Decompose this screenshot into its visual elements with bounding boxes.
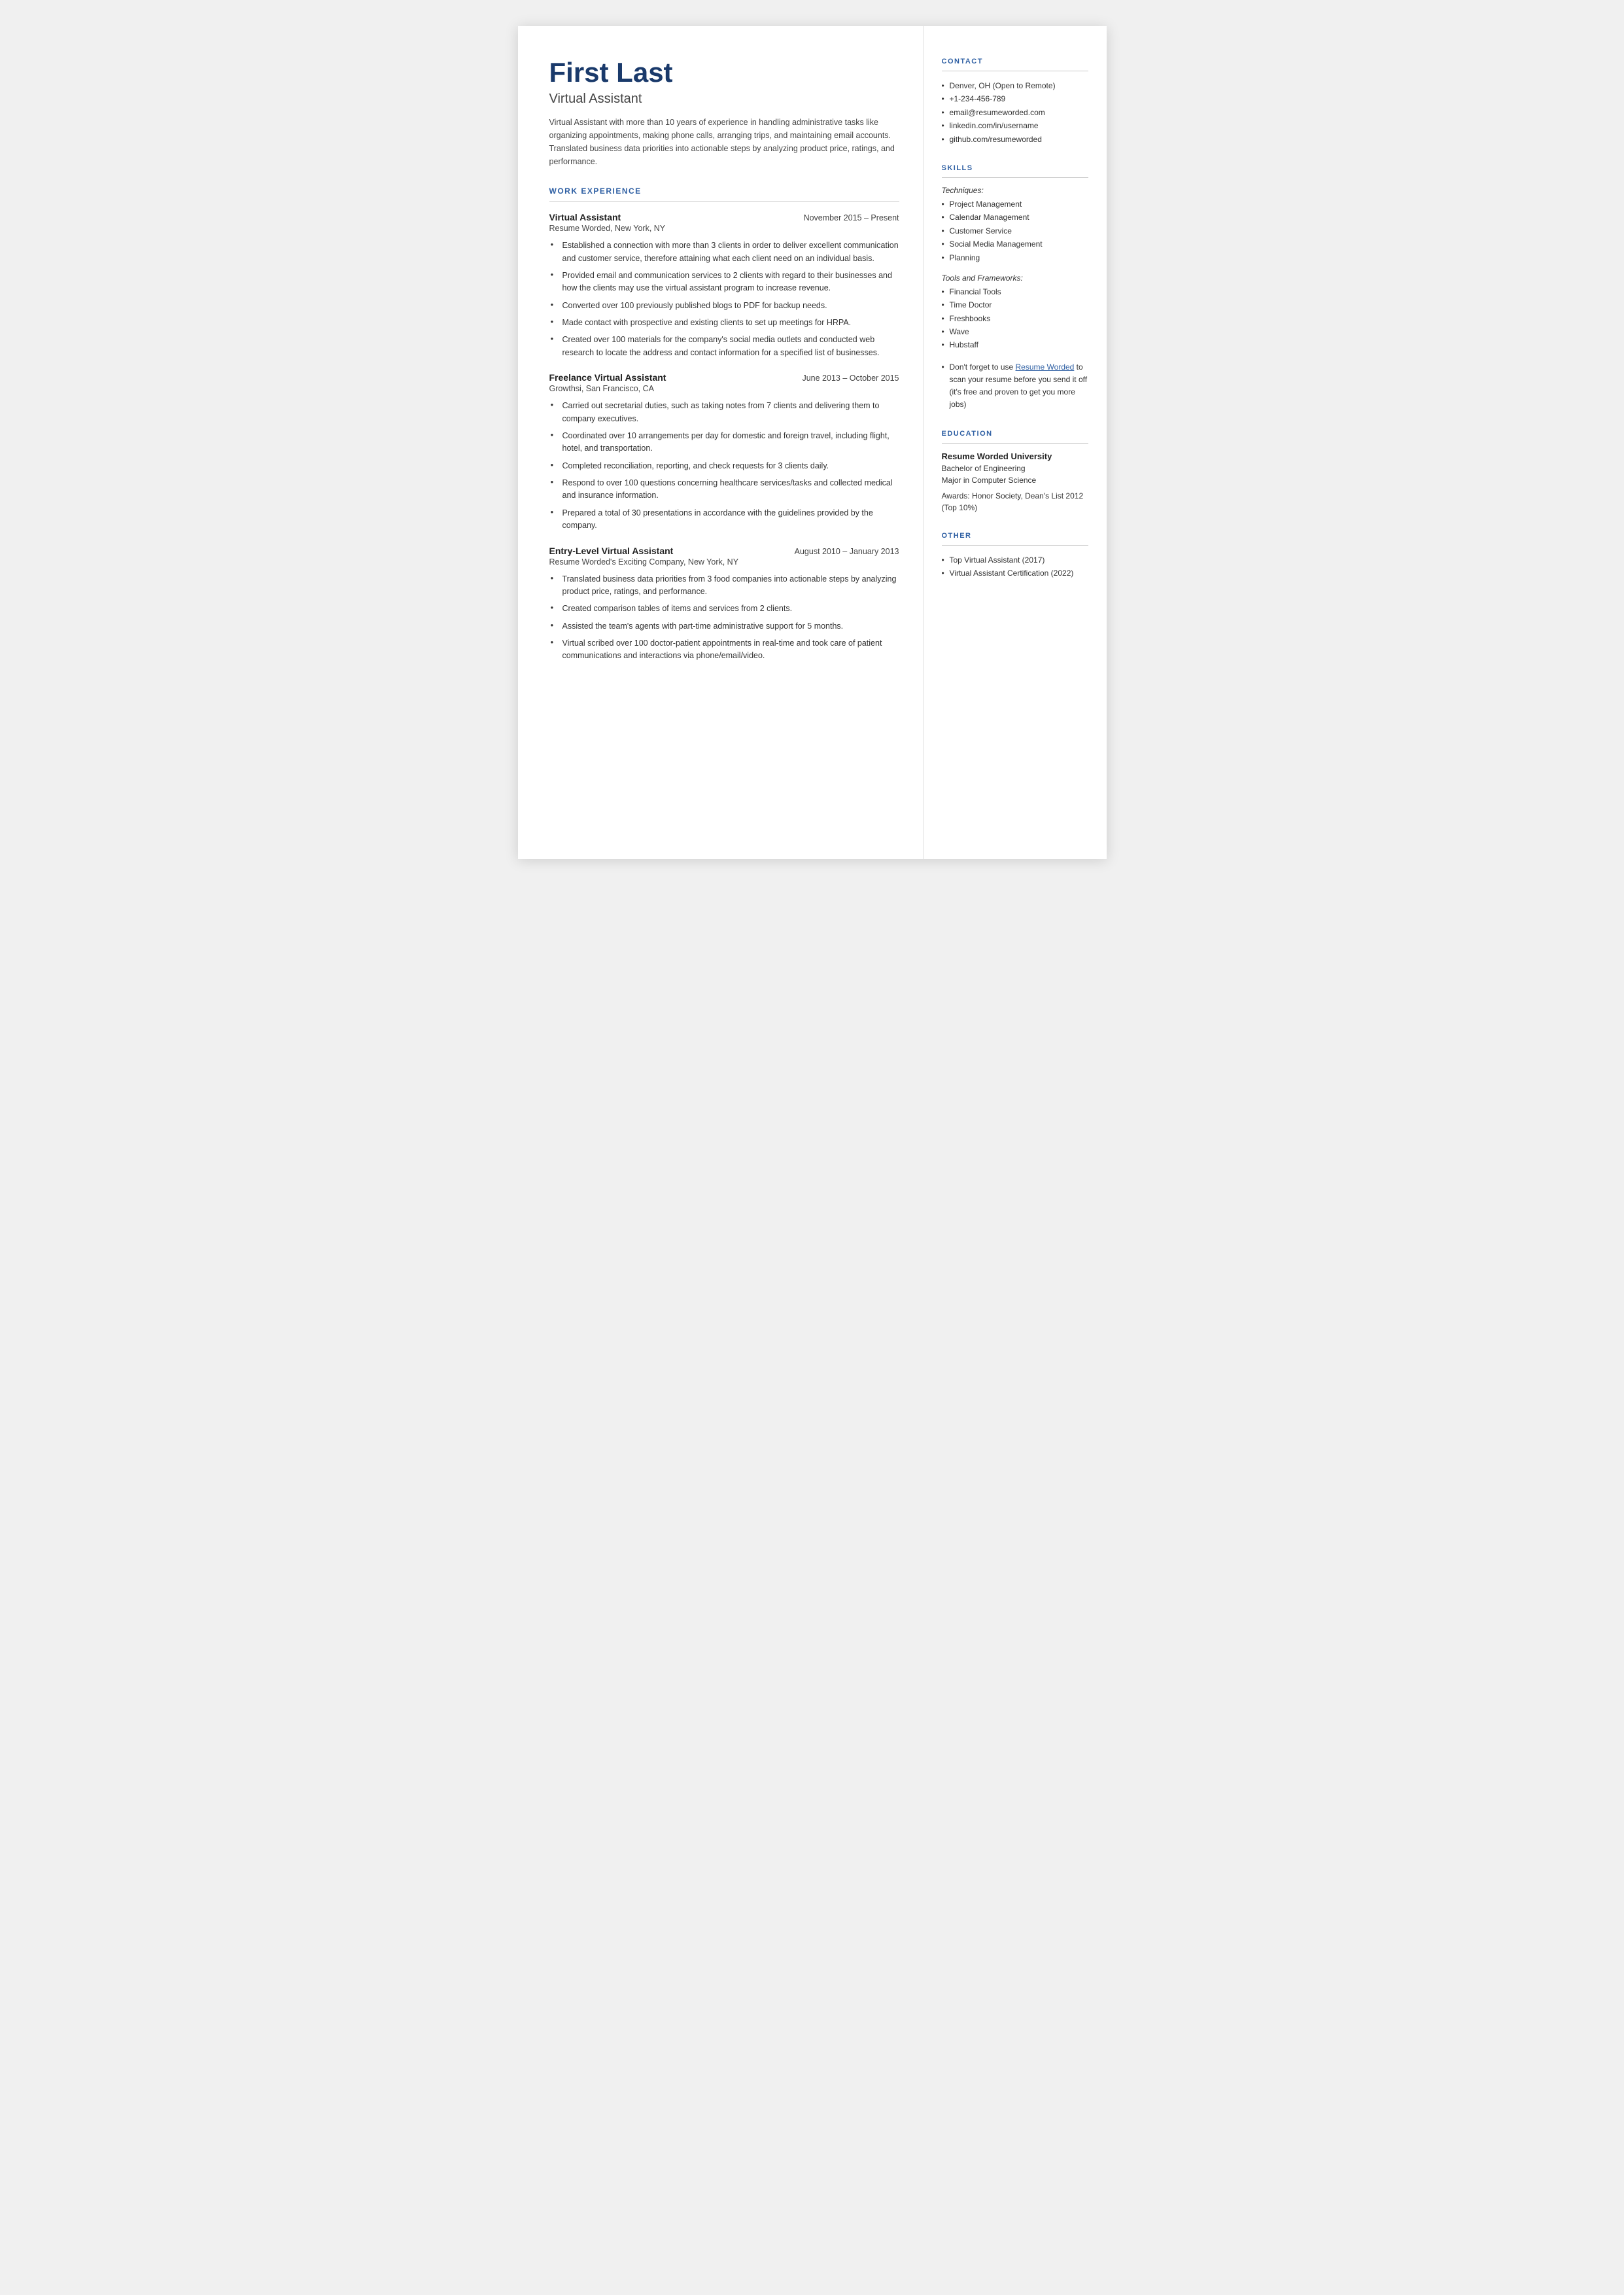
contact-phone: +1-234-456-789 — [942, 92, 1088, 105]
job-title: Virtual Assistant — [549, 92, 899, 107]
skills-title: SKILLS — [942, 164, 1088, 172]
tools-label: Tools and Frameworks: — [942, 273, 1088, 283]
other-section: OTHER Top Virtual Assistant (2017) Virtu… — [942, 532, 1088, 580]
job-header-1: Virtual Assistant November 2015 – Presen… — [549, 212, 899, 222]
skill-time-doctor: Time Doctor — [942, 298, 1088, 311]
skill-social-media: Social Media Management — [942, 237, 1088, 251]
other-item-2: Virtual Assistant Certification (2022) — [942, 567, 1088, 580]
bullet-3-4: Virtual scribed over 100 doctor-patient … — [549, 637, 899, 663]
bullet-1-1: Established a connection with more than … — [549, 239, 899, 265]
note-prefix: Don't forget to use — [950, 362, 1016, 372]
techniques-label: Techniques: — [942, 186, 1088, 195]
tools-list: Financial Tools Time Doctor Freshbooks W… — [942, 285, 1088, 352]
other-divider — [942, 545, 1088, 546]
job-bullets-2: Carried out secretarial duties, such as … — [549, 400, 899, 532]
bullet-1-2: Provided email and communication service… — [549, 270, 899, 295]
education-title: EDUCATION — [942, 430, 1088, 438]
education-divider — [942, 443, 1088, 444]
techniques-list: Project Management Calendar Management C… — [942, 198, 1088, 264]
skill-project-mgmt: Project Management — [942, 198, 1088, 211]
edu-school: Resume Worded University — [942, 451, 1088, 461]
name-block: First Last Virtual Assistant Virtual Ass… — [549, 58, 899, 168]
bullet-1-3: Converted over 100 previously published … — [549, 300, 899, 312]
edu-block: Resume Worded University Bachelor of Eng… — [942, 451, 1088, 514]
contact-linkedin: linkedin.com/in/username — [942, 119, 1088, 132]
work-experience-title: WORK EXPERIENCE — [549, 186, 899, 196]
skill-hubstaff: Hubstaff — [942, 338, 1088, 351]
job-company-3: Resume Worded's Exciting Company, New Yo… — [549, 557, 899, 567]
contact-list: Denver, OH (Open to Remote) +1-234-456-7… — [942, 79, 1088, 146]
bullet-2-4: Respond to over 100 questions concerning… — [549, 477, 899, 502]
resume-worded-link[interactable]: Resume Worded — [1016, 362, 1075, 372]
bullet-3-3: Assisted the team's agents with part-tim… — [549, 620, 899, 633]
bullet-2-2: Coordinated over 10 arrangements per day… — [549, 430, 899, 455]
job-header-3: Entry-Level Virtual Assistant August 201… — [549, 546, 899, 556]
job-title-3: Entry-Level Virtual Assistant — [549, 546, 674, 556]
bullet-3-1: Translated business data priorities from… — [549, 573, 899, 599]
job-dates-2: June 2013 – October 2015 — [802, 374, 899, 383]
job-dates-3: August 2010 – January 2013 — [795, 547, 899, 556]
resume-page: First Last Virtual Assistant Virtual Ass… — [518, 26, 1107, 859]
work-experience-section: WORK EXPERIENCE Virtual Assistant Novemb… — [549, 186, 899, 663]
job-company-1: Resume Worded, New York, NY — [549, 224, 899, 233]
full-name: First Last — [549, 58, 899, 88]
bullet-3-2: Created comparison tables of items and s… — [549, 603, 899, 615]
job-dates-1: November 2015 – Present — [804, 213, 899, 222]
skill-calendar-mgmt: Calendar Management — [942, 211, 1088, 224]
skill-customer-service: Customer Service — [942, 224, 1088, 237]
contact-title: CONTACT — [942, 58, 1088, 65]
contact-section: CONTACT Denver, OH (Open to Remote) +1-2… — [942, 58, 1088, 146]
education-section: EDUCATION Resume Worded University Bache… — [942, 430, 1088, 514]
job-block-1: Virtual Assistant November 2015 – Presen… — [549, 212, 899, 359]
other-item-1: Top Virtual Assistant (2017) — [942, 553, 1088, 567]
job-block-3: Entry-Level Virtual Assistant August 201… — [549, 546, 899, 663]
bullet-2-3: Completed reconciliation, reporting, and… — [549, 460, 899, 472]
edu-degree: Bachelor of Engineering Major in Compute… — [942, 463, 1088, 486]
other-title: OTHER — [942, 532, 1088, 540]
skill-planning: Planning — [942, 251, 1088, 264]
edu-awards: Awards: Honor Society, Dean's List 2012 … — [942, 490, 1088, 514]
skill-financial-tools: Financial Tools — [942, 285, 1088, 298]
edu-major: Major in Computer Science — [942, 476, 1037, 485]
job-block-2: Freelance Virtual Assistant June 2013 – … — [549, 372, 899, 532]
bullet-1-4: Made contact with prospective and existi… — [549, 317, 899, 329]
bullet-1-5: Created over 100 materials for the compa… — [549, 334, 899, 359]
left-column: First Last Virtual Assistant Virtual Ass… — [518, 26, 924, 859]
job-company-2: Growthsi, San Francisco, CA — [549, 384, 899, 393]
contact-location: Denver, OH (Open to Remote) — [942, 79, 1088, 92]
job-bullets-3: Translated business data priorities from… — [549, 573, 899, 663]
job-title-1: Virtual Assistant — [549, 212, 621, 222]
skills-divider — [942, 177, 1088, 178]
edu-degree-text: Bachelor of Engineering — [942, 464, 1026, 473]
right-column: CONTACT Denver, OH (Open to Remote) +1-2… — [924, 26, 1107, 859]
job-title-2: Freelance Virtual Assistant — [549, 372, 666, 383]
skill-freshbooks: Freshbooks — [942, 312, 1088, 325]
contact-email: email@resumeworded.com — [942, 106, 1088, 119]
contact-github: github.com/resumeworded — [942, 133, 1088, 146]
summary: Virtual Assistant with more than 10 year… — [549, 116, 899, 168]
job-bullets-1: Established a connection with more than … — [549, 239, 899, 359]
bullet-2-5: Prepared a total of 30 presentations in … — [549, 507, 899, 533]
skills-section: SKILLS Techniques: Project Management Ca… — [942, 164, 1088, 412]
other-list: Top Virtual Assistant (2017) Virtual Ass… — [942, 553, 1088, 580]
skill-wave: Wave — [942, 325, 1088, 338]
job-header-2: Freelance Virtual Assistant June 2013 – … — [549, 372, 899, 383]
bullet-2-1: Carried out secretarial duties, such as … — [549, 400, 899, 425]
resume-worded-note: Don't forget to use Resume Worded to sca… — [942, 361, 1088, 412]
